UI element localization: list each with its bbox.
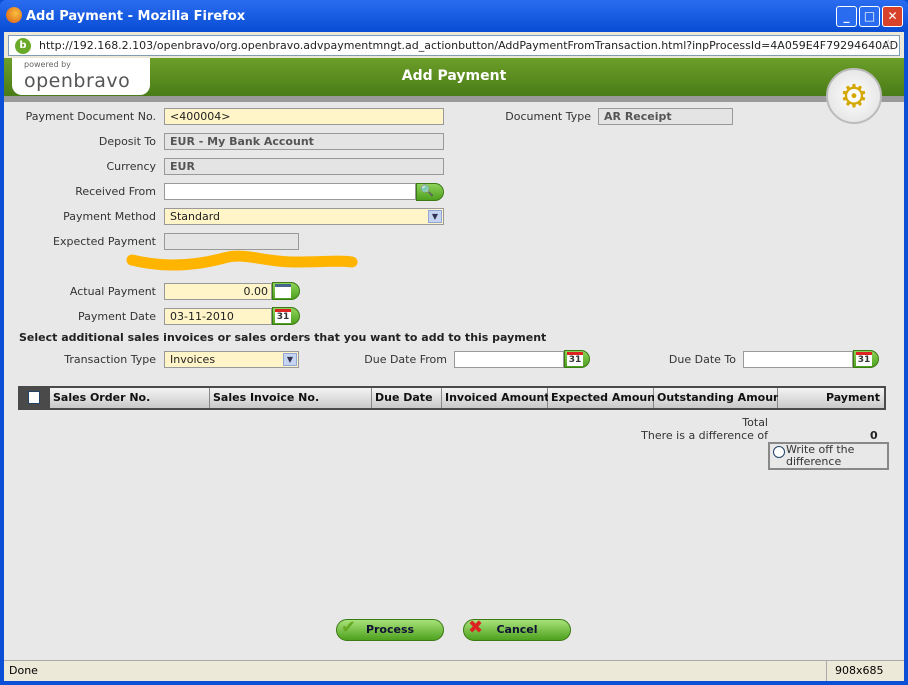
process-button[interactable]: ✔ Process	[336, 617, 444, 641]
process-label: Process	[365, 623, 415, 636]
cancel-label: Cancel	[496, 623, 538, 636]
status-size: 908x685	[826, 661, 884, 681]
page-content: powered by openbravo Add Payment ⚙ Paymen…	[4, 58, 904, 660]
window-title: Add Payment - Mozilla Firefox	[26, 9, 246, 24]
actual-payment-label: Actual Payment	[69, 285, 156, 298]
write-off-option[interactable]: Write off the difference	[768, 442, 889, 470]
column-sales-invoice-no[interactable]: Sales Invoice No.	[210, 388, 372, 408]
payment-date-calendar-button[interactable]: 31	[272, 307, 300, 325]
chevron-down-icon[interactable]: ▼	[283, 353, 297, 366]
write-off-radio[interactable]	[773, 446, 785, 458]
gear-icon: ⚙	[826, 68, 882, 124]
payment-document-no-input[interactable]: <400004>	[164, 108, 444, 125]
close-button[interactable]: ✕	[882, 6, 903, 27]
expected-payment-label: Expected Payment	[53, 235, 156, 248]
column-payment[interactable]: Payment	[778, 388, 884, 408]
received-from-label: Received From	[75, 185, 156, 198]
document-type-input: AR Receipt	[598, 108, 733, 125]
transaction-type-label: Transaction Type	[64, 353, 156, 366]
header: powered by openbravo Add Payment	[4, 58, 904, 96]
calendar-icon: 31	[856, 352, 872, 366]
payment-date-label: Payment Date	[78, 310, 156, 323]
cancel-button[interactable]: ✖ Cancel	[463, 617, 571, 641]
due-date-to-input[interactable]	[743, 351, 853, 368]
payment-method-label: Payment Method	[63, 210, 156, 223]
calculator-button[interactable]	[272, 282, 300, 300]
column-sales-order-no[interactable]: Sales Order No.	[50, 388, 210, 408]
url-bar: b http://192.168.2.103/openbravo/org.open…	[4, 32, 904, 58]
header-divider	[4, 96, 904, 102]
search-icon: 🔍	[420, 184, 434, 197]
difference-value: 0	[870, 429, 878, 442]
browser-window: Add Payment - Mozilla Firefox _ □ ✕ b htt…	[0, 0, 908, 685]
bookmark-star-icon[interactable]: ☆	[882, 36, 895, 55]
currency-label: Currency	[106, 160, 156, 173]
due-date-from-label: Due Date From	[364, 353, 447, 366]
url-text: http://192.168.2.103/openbravo/org.openb…	[39, 39, 900, 52]
transaction-type-value: Invoices	[170, 353, 216, 366]
column-due-date[interactable]: Due Date	[372, 388, 442, 408]
column-expected-amount[interactable]: Expected Amount	[548, 388, 660, 408]
select-all-checkbox[interactable]	[28, 391, 40, 404]
due-date-from-input[interactable]	[454, 351, 564, 368]
calendar-icon: 31	[275, 309, 291, 323]
write-off-label: Write off the difference	[786, 443, 855, 468]
calculator-icon	[275, 284, 291, 298]
status-bar: Done 908x685	[4, 660, 904, 681]
total-label: Total	[742, 416, 768, 429]
column-invoiced-amount[interactable]: Invoiced Amount	[442, 388, 550, 408]
url-input[interactable]: b http://192.168.2.103/openbravo/org.open…	[8, 35, 900, 56]
minimize-button[interactable]: _	[836, 6, 857, 27]
redaction-scribble	[126, 250, 358, 271]
search-button[interactable]: 🔍	[416, 183, 444, 201]
deposit-to-input: EUR - My Bank Account	[164, 133, 444, 150]
deposit-to-label: Deposit To	[98, 135, 156, 148]
chevron-down-icon[interactable]: ▼	[428, 210, 442, 223]
page-title: Add Payment	[401, 68, 507, 84]
received-from-input[interactable]	[164, 183, 416, 200]
document-type-label: Document Type	[505, 110, 591, 123]
invoice-table-header: Sales Order No. Sales Invoice No. Due Da…	[18, 386, 886, 410]
payment-method-value: Standard	[170, 210, 221, 223]
actual-payment-input[interactable]: 0.00	[164, 283, 272, 300]
firefox-icon	[6, 7, 22, 23]
selection-heading: Select additional sales invoices or sale…	[19, 331, 547, 344]
difference-label: There is a difference of	[641, 429, 768, 442]
due-date-to-calendar-button[interactable]: 31	[853, 350, 879, 368]
cross-icon: ✖	[468, 617, 484, 638]
status-text: Done	[9, 664, 38, 677]
checkmark-icon: ✔	[341, 617, 357, 638]
column-outstanding-amount[interactable]: Outstanding Amount	[654, 388, 786, 408]
transaction-type-select[interactable]: Invoices ▼	[164, 351, 299, 368]
maximize-button[interactable]: □	[859, 6, 880, 27]
payment-date-input[interactable]: 03-11-2010	[164, 308, 272, 325]
site-icon: b	[15, 38, 31, 54]
payment-document-no-label: Payment Document No.	[25, 110, 156, 123]
calendar-icon: 31	[567, 352, 583, 366]
currency-input: EUR	[164, 158, 444, 175]
payment-method-select[interactable]: Standard ▼	[164, 208, 444, 225]
due-date-to-label: Due Date To	[668, 353, 736, 366]
